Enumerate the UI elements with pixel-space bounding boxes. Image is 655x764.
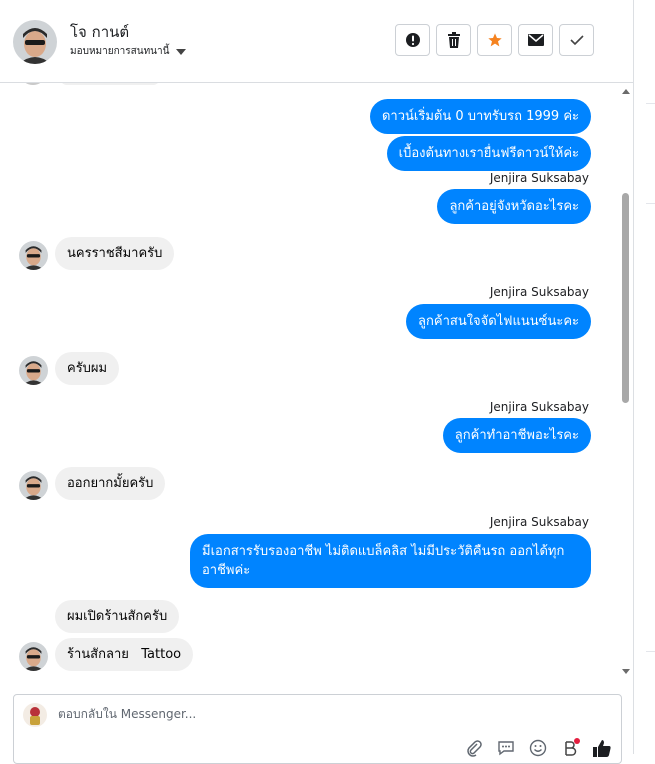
conversation-header: โจ กานต์ มอบหมายการสนทนานี้	[0, 0, 633, 83]
sender-name: Jenjira Suksabay	[489, 400, 589, 414]
star-button[interactable]	[477, 24, 512, 56]
header-actions	[395, 24, 594, 56]
message-thread[interactable]: ดาวน์เริ่มต้น 0 บาทรับรถ 1999 ค่ะ เบื้อง…	[0, 83, 620, 687]
caret-down-icon	[176, 48, 187, 55]
contact-name[interactable]: โจ กานต์	[70, 20, 129, 44]
avatar	[22, 83, 44, 85]
contact-avatar-small	[19, 241, 48, 270]
saved-reply-button[interactable]	[495, 737, 517, 759]
attach-button[interactable]	[463, 737, 485, 759]
sender-name: Jenjira Suksabay	[489, 285, 589, 299]
sender-name: Jenjira Suksabay	[489, 515, 589, 529]
contact-avatar[interactable]	[13, 20, 57, 64]
mark-unread-button[interactable]	[518, 24, 553, 56]
page-avatar	[23, 703, 47, 727]
incoming-message[interactable]: ร้านสักลาย Tattoo	[55, 638, 194, 671]
reply-input[interactable]	[58, 707, 478, 721]
divider	[646, 651, 655, 652]
report-button[interactable]	[395, 24, 430, 56]
assign-label: มอบหมายการสนทนานี้	[70, 46, 170, 57]
divider	[646, 203, 655, 204]
outgoing-message[interactable]: มีเอกสารรับรองอาชีพ ไม่ติดแบล็คลิส ไม่มี…	[190, 534, 591, 588]
check-icon	[569, 35, 584, 46]
star-icon	[487, 33, 502, 47]
incoming-message[interactable]: ครับผม	[55, 352, 120, 385]
thread-scrollbar[interactable]	[620, 83, 632, 687]
like-icon	[593, 740, 611, 757]
divider	[646, 103, 655, 104]
outgoing-message[interactable]: ลูกค้าอยู่จังหวัดอะไรคะ	[437, 189, 591, 224]
delete-button[interactable]	[436, 24, 471, 56]
incoming-message[interactable]: นครราชสีมาครับ	[55, 237, 175, 270]
notification-dot	[574, 738, 580, 744]
scroll-up-icon[interactable]	[622, 89, 630, 94]
outgoing-message[interactable]: ลูกค้าสนใจจัดไฟแนนซ์นะคะ	[406, 304, 591, 339]
scrollbar-thumb[interactable]	[622, 193, 629, 403]
outgoing-message[interactable]: เบื้องต้นทางเรายื่นฟรีดาวน์ให้ค่ะ	[386, 136, 591, 171]
emoji-button[interactable]	[527, 737, 549, 759]
report-icon	[405, 33, 420, 47]
mark-done-button[interactable]	[559, 24, 594, 56]
assign-conversation-dropdown[interactable]: มอบหมายการสนทนานี้	[70, 44, 187, 59]
scroll-down-icon[interactable]	[622, 669, 630, 674]
sender-name: Jenjira Suksabay	[489, 171, 589, 185]
contact-avatar-small	[19, 471, 48, 500]
trash-icon	[447, 32, 460, 48]
payment-button[interactable]	[559, 737, 581, 759]
adjacent-panel	[634, 0, 655, 754]
outgoing-message[interactable]: ลูกค้าทำอาชีพอะไรคะ	[442, 418, 591, 453]
outgoing-message[interactable]: ดาวน์เริ่มต้น 0 บาทรับรถ 1999 ค่ะ	[369, 99, 591, 134]
saved-reply-icon	[498, 741, 514, 756]
incoming-message[interactable]: ผมเปิดร้านสักครับ	[55, 600, 180, 633]
composer-tools	[463, 737, 613, 759]
incoming-message[interactable]: ออกยากมั้ยครับ	[55, 467, 166, 500]
like-button[interactable]	[591, 737, 613, 759]
emoji-icon	[529, 739, 547, 757]
conversation-panel: โจ กานต์ มอบหมายการสนทนานี้ ดาวน์เริ่มต้…	[0, 0, 634, 764]
message-bubble-partial	[60, 83, 160, 85]
contact-avatar-small	[19, 356, 48, 385]
contact-avatar-small	[19, 642, 48, 671]
mail-icon	[527, 34, 544, 46]
attach-icon	[467, 740, 482, 757]
